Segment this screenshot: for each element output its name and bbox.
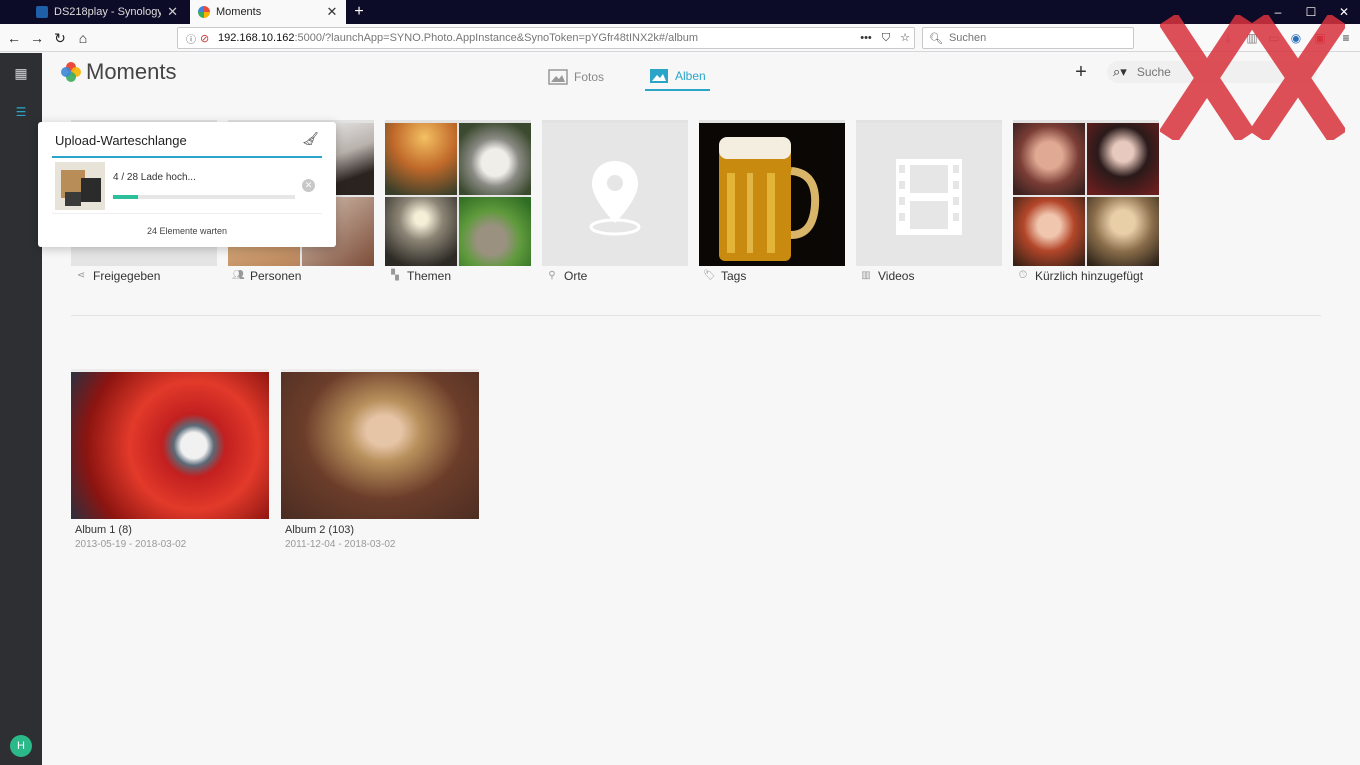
task-list-icon[interactable]: ☰ bbox=[11, 102, 31, 122]
category-themen[interactable]: ▚ Themen bbox=[385, 116, 531, 298]
waiting-items-text: 24 Elemente warten bbox=[146, 226, 228, 236]
category-tags[interactable]: 🏷︎ Tags bbox=[699, 116, 845, 298]
people-icon: 👥︎ bbox=[232, 270, 245, 281]
category-label-row: 👥︎ Personen bbox=[232, 269, 301, 283]
main-menu-icon[interactable]: ▦ bbox=[11, 63, 31, 83]
browser-tab-bar: DS218play - Synology DiskStati ✕ Moments… bbox=[0, 0, 1360, 24]
cancel-upload-icon[interactable]: ✕ bbox=[302, 179, 315, 192]
upload-item-thumbnail bbox=[55, 162, 105, 210]
browser-tab-moments[interactable]: Moments ✕ bbox=[190, 0, 346, 24]
category-kuerzlich[interactable]: 🕓︎ Kürzlich hinzugefügt bbox=[1013, 116, 1159, 298]
dsm-icon bbox=[36, 6, 48, 18]
more-actions-icon[interactable]: ••• bbox=[858, 30, 874, 46]
url-host: 192.168.10.162 bbox=[218, 32, 295, 44]
category-thumbnail bbox=[542, 120, 688, 266]
category-videos[interactable]: ▥ Videos bbox=[856, 116, 1002, 298]
dsm-sidebar: ▦ ☰ H bbox=[0, 53, 42, 765]
add-button[interactable]: + bbox=[1072, 61, 1090, 83]
back-icon[interactable]: ← bbox=[3, 27, 25, 49]
category-label: Tags bbox=[721, 269, 747, 283]
home-icon[interactable]: ⌂ bbox=[72, 27, 94, 49]
xx-watermark-icon bbox=[1160, 15, 1345, 140]
section-divider bbox=[71, 315, 1321, 316]
albums-icon bbox=[650, 69, 668, 83]
forward-icon[interactable]: → bbox=[26, 27, 48, 49]
location-pin-icon: ⚲ bbox=[548, 270, 556, 281]
category-thumbnail bbox=[385, 120, 531, 266]
pocket-icon[interactable]: ⛉ bbox=[878, 30, 894, 46]
new-tab-icon[interactable]: + bbox=[350, 2, 368, 22]
album-thumbnail bbox=[71, 369, 269, 519]
category-label: Personen bbox=[250, 269, 302, 283]
category-thumbnail bbox=[1013, 120, 1159, 266]
url-bar[interactable]: ⓘ ⊘ 192.168.10.162 :5000/?launchApp=SYNO… bbox=[177, 27, 915, 49]
category-label: Freigegeben bbox=[93, 269, 161, 283]
album-name: Album 1 (8) bbox=[75, 524, 132, 536]
themes-icon: ▚ bbox=[391, 270, 399, 281]
album-name: Album 2 (103) bbox=[285, 524, 355, 536]
avatar[interactable]: H bbox=[10, 735, 32, 757]
clear-queue-broom-icon[interactable]: 🧹︎ bbox=[302, 131, 319, 147]
app-title: Moments bbox=[86, 59, 177, 84]
category-label-row: 🕓︎ Kürzlich hinzugefügt bbox=[1017, 269, 1143, 283]
tab-label: Moments bbox=[216, 6, 262, 18]
film-icon bbox=[896, 159, 962, 235]
category-orte[interactable]: ⚲ Orte bbox=[542, 116, 688, 298]
photos-icon bbox=[548, 69, 568, 85]
search-icon[interactable]: ⌕▾ bbox=[1113, 64, 1127, 80]
upload-queue-panel: Upload-Warteschlange 🧹︎ 4 / 28 Lade hoch… bbox=[38, 122, 336, 247]
beer-photo bbox=[719, 137, 820, 261]
browser-nav-bar: ← → ↻ ⌂ ⓘ ⊘ 192.168.10.162 :5000/?launch… bbox=[0, 24, 1360, 52]
category-thumbnail bbox=[856, 120, 1002, 266]
category-label: Orte bbox=[564, 269, 588, 283]
category-label: Themen bbox=[407, 269, 452, 283]
album-dates: 2011-12-04 - 2018-03-02 bbox=[285, 539, 396, 550]
category-label-row: ▚ Themen bbox=[389, 269, 451, 283]
album-dates: 2013-05-19 - 2018-03-02 bbox=[75, 539, 187, 550]
search-icon: 🔍︎ bbox=[929, 32, 943, 45]
browser-search-field[interactable]: 🔍︎ bbox=[922, 27, 1134, 49]
category-label-row: ▥ Videos bbox=[860, 269, 914, 283]
tag-icon: 🏷︎ bbox=[703, 270, 716, 281]
category-label: Videos bbox=[878, 269, 915, 283]
queue-header-underline bbox=[52, 156, 322, 158]
category-thumbnail bbox=[699, 120, 845, 266]
category-label-row: ⚲ Orte bbox=[546, 269, 587, 283]
url-path: :5000/?launchApp=SYNO.Photo.AppInstance&… bbox=[294, 32, 699, 44]
tab-label: DS218play - Synology DiskStati bbox=[54, 6, 162, 18]
upload-progress-bar bbox=[113, 195, 295, 199]
insecure-lock-icon[interactable]: ⊘ bbox=[200, 32, 214, 45]
moments-icon bbox=[198, 6, 210, 18]
location-pin-icon bbox=[589, 161, 641, 236]
category-label: Kürzlich hinzugefügt bbox=[1035, 269, 1144, 283]
moments-logo-icon bbox=[61, 62, 81, 82]
browser-tab-dsm[interactable]: DS218play - Synology DiskStati ✕ bbox=[28, 0, 186, 24]
reload-icon[interactable]: ↻ bbox=[49, 27, 71, 49]
queue-separator bbox=[52, 213, 322, 214]
tab-label: Alben bbox=[675, 69, 706, 83]
clock-icon: 🕓︎ bbox=[1019, 270, 1027, 281]
tab-alben[interactable]: Alben bbox=[645, 63, 710, 91]
info-icon[interactable]: ⓘ bbox=[186, 31, 200, 46]
tab-label: Fotos bbox=[574, 70, 605, 84]
category-label-row: 🏷︎ Tags bbox=[703, 269, 746, 283]
share-icon: ⋖ bbox=[76, 270, 86, 281]
category-label-row: ⋖ Freigegeben bbox=[75, 269, 161, 283]
tab-fotos[interactable]: Fotos bbox=[548, 63, 604, 91]
close-icon[interactable]: ✕ bbox=[326, 4, 338, 20]
film-icon: ▥ bbox=[861, 270, 871, 281]
upload-status-text: 4 / 28 Lade hoch... bbox=[113, 172, 196, 183]
close-icon[interactable]: ✕ bbox=[167, 4, 178, 20]
upload-queue-title: Upload-Warteschlange bbox=[55, 133, 187, 148]
bookmark-star-icon[interactable]: ☆ bbox=[897, 30, 913, 46]
browser-search-input[interactable] bbox=[948, 32, 1129, 44]
album-thumbnail bbox=[281, 369, 479, 519]
upload-progress-fill bbox=[113, 195, 139, 199]
